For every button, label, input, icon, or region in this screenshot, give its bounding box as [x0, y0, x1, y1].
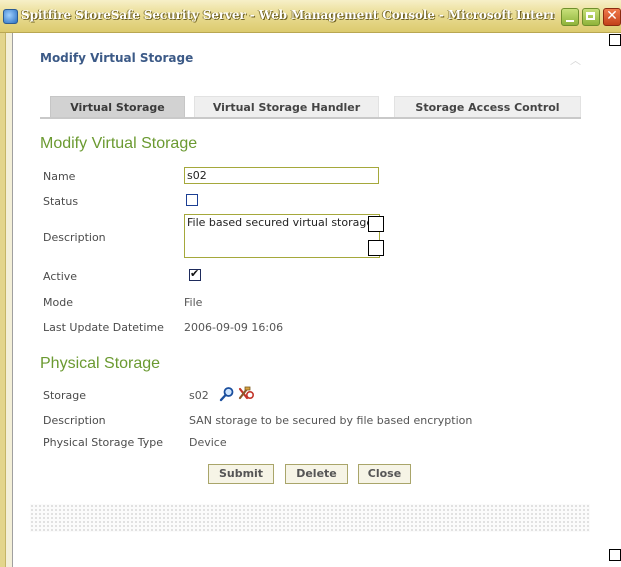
physical-storage-type-value: Device — [189, 436, 227, 449]
last-update-value: 2006-09-09 16:06 — [184, 321, 284, 334]
panel-title: Modify Virtual Storage — [40, 51, 194, 65]
maximize-button[interactable] — [582, 8, 600, 26]
status-label: Status — [43, 195, 79, 208]
textarea-scroll-up[interactable] — [368, 216, 384, 232]
scroll-corner-bottom — [609, 549, 621, 561]
storage-label: Storage — [43, 389, 87, 402]
tab-virtual-storage-handler[interactable]: Virtual Storage Handler — [194, 96, 379, 118]
storage-value: s02 — [189, 389, 209, 402]
submit-button[interactable]: Submit — [208, 464, 274, 484]
status-checkbox[interactable] — [186, 194, 198, 206]
tab-virtual-storage[interactable]: Virtual Storage — [50, 96, 185, 118]
textarea-scroll-down[interactable] — [368, 240, 384, 256]
mode-label: Mode — [43, 296, 73, 309]
physical-description-label: Description — [43, 414, 106, 427]
scroll-corner-top — [609, 34, 621, 46]
panel-footer — [30, 504, 590, 532]
description-textarea[interactable]: File based secured virtual storage — [184, 214, 380, 258]
description-label: Description — [43, 231, 106, 244]
close-button[interactable]: Close — [358, 464, 411, 484]
ie-window-icon[interactable] — [3, 9, 18, 24]
last-update-label: Last Update Datetime — [43, 321, 164, 334]
minimize-button[interactable] — [561, 8, 579, 26]
active-label: Active — [43, 270, 78, 283]
window-title: Spitfire StoreSafe Security Server - Web… — [21, 8, 555, 22]
physical-storage-type-label: Physical Storage Type — [43, 436, 164, 449]
tools-icon[interactable] — [237, 386, 255, 402]
close-window-button[interactable]: ✕ — [603, 8, 621, 26]
tab-storage-access-control[interactable]: Storage Access Control — [394, 96, 581, 118]
window-title-bar[interactable]: Spitfire StoreSafe Security Server - Web… — [0, 0, 621, 33]
section-title-physical-storage: Physical Storage — [40, 355, 161, 372]
name-label: Name — [43, 170, 76, 183]
magnifier-icon[interactable] — [219, 386, 235, 402]
mode-value: File — [184, 296, 203, 309]
delete-button[interactable]: Delete — [285, 464, 348, 484]
active-checkbox[interactable] — [189, 267, 201, 281]
close-icon: ✕ — [606, 8, 618, 24]
name-input[interactable] — [184, 167, 379, 184]
tabs-underline — [40, 117, 581, 119]
physical-description-value: SAN storage to be secured by file based … — [189, 414, 473, 427]
collapse-chevron-icon[interactable]: ︿ — [570, 52, 581, 68]
section-title-virtual-storage: Modify Virtual Storage — [40, 135, 198, 152]
